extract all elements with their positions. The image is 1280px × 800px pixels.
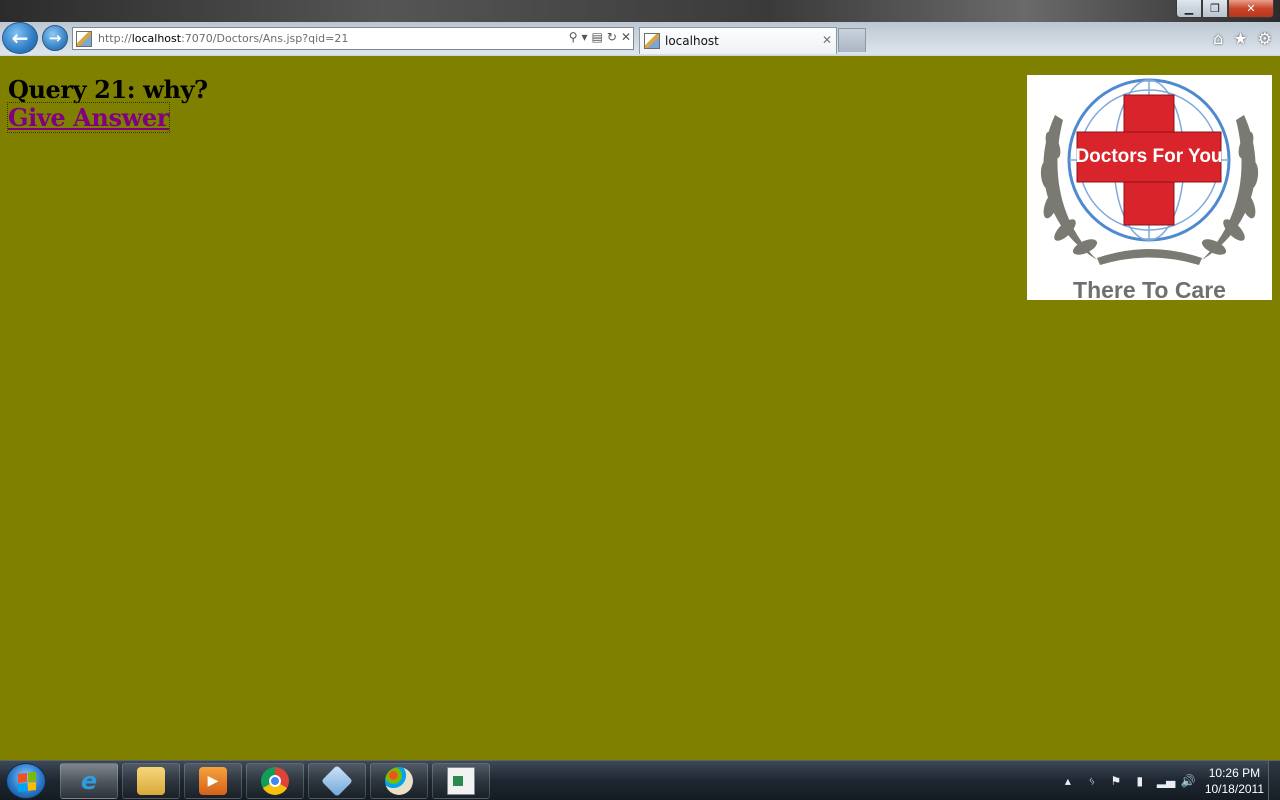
chrome-icon	[261, 767, 289, 795]
show-desktop-button[interactable]	[1268, 761, 1280, 800]
give-answer-link[interactable]: Give Answer	[7, 102, 170, 133]
arrow-right-icon: →	[48, 29, 62, 47]
media-player-icon: ▶	[199, 767, 227, 795]
clock-time: 10:26 PM	[1208, 766, 1261, 780]
forward-button[interactable]: →	[42, 25, 68, 51]
minimize-button[interactable]: ▁	[1176, 0, 1202, 18]
title-bar: ▁ ❐ ✕	[0, 0, 1280, 22]
doctors-for-you-logo: Doctors For You There To Care	[1027, 75, 1272, 300]
address-tools: ⚲ ▾ ▤ ↻ ✕	[569, 30, 631, 44]
power-icon[interactable]: ▮	[1133, 774, 1147, 788]
url-text[interactable]: http://localhost:7070/Doctors/Ans.jsp?qi…	[98, 32, 348, 45]
windows-logo-icon	[18, 772, 36, 792]
taskbar-item-chrome[interactable]	[246, 763, 304, 799]
favorites-star-icon[interactable]: ★	[1233, 29, 1247, 48]
url-scheme: http://	[98, 32, 132, 45]
logo-banner-text: Doctors For You	[1075, 146, 1222, 167]
logo-graphic: Doctors For You	[1040, 78, 1259, 265]
window-icon	[447, 767, 475, 795]
volume-icon[interactable]: 🔊	[1181, 774, 1196, 788]
tab-localhost[interactable]: localhost ✕	[639, 27, 837, 54]
network-signal-icon[interactable]: ▂▄	[1157, 774, 1175, 788]
arrow-left-icon: ←	[11, 26, 29, 50]
dropdown-icon[interactable]: ▾	[582, 30, 588, 44]
paint-palette-icon	[385, 767, 413, 795]
clock-date: 10/18/2011	[1204, 782, 1264, 796]
clock[interactable]: 10:26 PM 10/18/2011	[1205, 765, 1264, 797]
start-button[interactable]	[6, 763, 46, 799]
restore-button[interactable]: ❐	[1202, 0, 1228, 18]
back-button[interactable]: ←	[2, 22, 38, 54]
cube-icon	[321, 765, 353, 797]
address-bar[interactable]: http://localhost:7070/Doctors/Ans.jsp?qi…	[72, 27, 634, 50]
url-path: :7070/Doctors/Ans.jsp?qid=21	[181, 32, 349, 45]
bluetooth-icon[interactable]: ᛃ	[1085, 774, 1099, 788]
home-icon[interactable]: ⌂	[1213, 29, 1223, 48]
page-icon	[76, 30, 92, 47]
new-tab-button[interactable]	[838, 28, 866, 52]
stop-icon[interactable]: ✕	[621, 30, 631, 44]
window-controls: ▁ ❐ ✕	[1176, 0, 1274, 18]
refresh-icon[interactable]: ↻	[607, 30, 617, 44]
tab-close-icon[interactable]: ✕	[822, 33, 832, 47]
taskbar-item-media-player[interactable]: ▶	[184, 763, 242, 799]
taskbar-item-virtualbox[interactable]	[308, 763, 366, 799]
system-tray: ▴ ᛃ ⚑ ▮ ▂▄ 🔊 10:26 PM 10/18/2011	[1061, 761, 1274, 800]
search-icon[interactable]: ⚲	[569, 30, 578, 44]
page-content: Query 21: why? Give Answer Doctors For Y…	[0, 56, 1280, 760]
browser-chrome: ▁ ❐ ✕ ← → http://localhost:7070/Doctors/…	[0, 0, 1280, 56]
show-hidden-icons-icon[interactable]: ▴	[1061, 774, 1075, 788]
query-heading: Query 21: why?	[8, 75, 208, 104]
gear-icon[interactable]: ⚙	[1258, 29, 1272, 48]
logo-caption: There To Care	[1073, 277, 1226, 300]
taskbar-item-file-explorer[interactable]	[122, 763, 180, 799]
taskbar: e ▶ ▴ ᛃ ⚑ ▮ ▂▄ 🔊 10:26 PM 10/18/2011	[0, 760, 1280, 800]
action-center-flag-icon[interactable]: ⚑	[1109, 774, 1123, 788]
close-button[interactable]: ✕	[1228, 0, 1274, 18]
url-host: localhost	[131, 32, 182, 45]
taskbar-item-internet-explorer[interactable]: e	[60, 763, 118, 799]
folder-icon	[137, 767, 165, 795]
tab-page-icon	[644, 33, 660, 49]
command-icons: ⌂ ★ ⚙	[1213, 29, 1272, 48]
taskbar-item-application-window[interactable]	[432, 763, 490, 799]
tab-title: localhost	[665, 34, 719, 48]
internet-explorer-icon: e	[80, 767, 98, 795]
taskbar-item-paint[interactable]	[370, 763, 428, 799]
compat-view-icon[interactable]: ▤	[592, 30, 603, 44]
